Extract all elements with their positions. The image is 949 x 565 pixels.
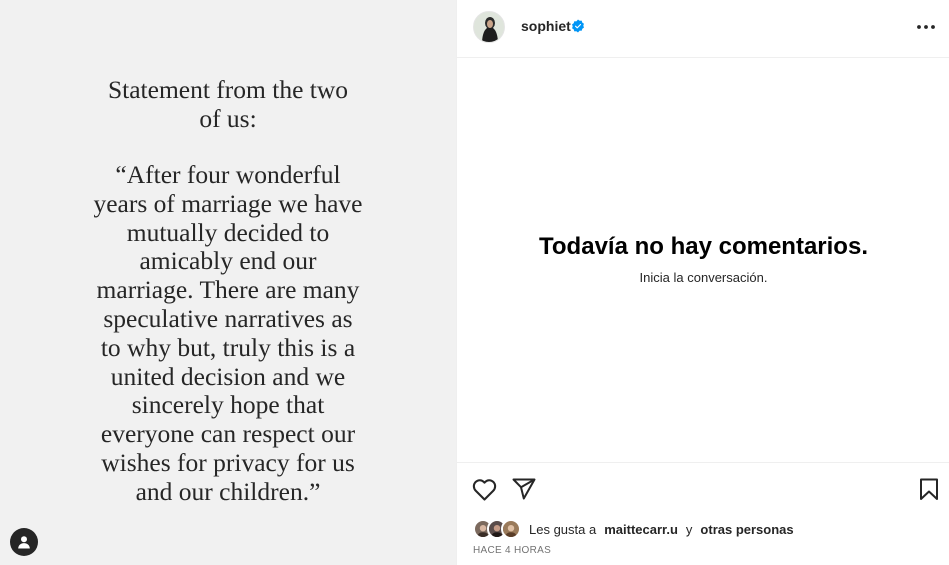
post-media[interactable]: Statement from the two of us: “After fou…	[0, 0, 456, 565]
share-button[interactable]	[511, 476, 537, 502]
statement-quote-line: marriage. There are many	[96, 275, 360, 305]
statement-heading-line: of us:	[199, 103, 257, 133]
statement-quote-line: to why but, truly this is a	[100, 332, 356, 362]
post-viewer: Statement from the two of us: “After fou…	[0, 0, 949, 565]
post-header: sophiet	[457, 0, 949, 58]
avatar-image	[474, 12, 504, 42]
statement-quote-line: wishes for privacy for us	[101, 447, 355, 477]
more-options-icon	[917, 25, 935, 29]
more-options-button[interactable]	[914, 15, 938, 39]
no-comments-subtitle: Inicia la conversación.	[639, 270, 768, 285]
post-actions: Les gusta a maittecarr.u y otras persona…	[457, 462, 949, 565]
liker-username-link[interactable]: maittecarr.u	[604, 522, 678, 537]
no-comments-title: Todavía no hay comentarios.	[539, 233, 868, 260]
statement-quote-line: mutually decided to	[126, 217, 330, 247]
tagged-users-button[interactable]	[10, 528, 38, 556]
liker-avatars[interactable]	[473, 519, 521, 539]
statement-quote-line: speculative narratives as	[103, 303, 353, 333]
bookmark-icon	[920, 478, 938, 500]
likes-prefix: Les gusta a	[529, 521, 597, 537]
save-button[interactable]	[916, 476, 942, 502]
likes-connector: y	[685, 521, 693, 537]
statement-heading: Statement from the two of us:	[0, 75, 456, 134]
statement-quote: “After four wonderful years of marriage …	[0, 160, 456, 507]
statement-quote-line: amicably end our	[139, 246, 317, 276]
verified-badge-icon	[572, 19, 584, 33]
statement-quote-line: sincerely hope that	[131, 390, 325, 420]
statement-quote-line: “After four wonderful	[115, 160, 341, 189]
user-icon	[18, 536, 30, 549]
other-likers-link[interactable]: otras personas	[700, 522, 793, 537]
statement-heading-line: Statement from the two	[107, 75, 349, 104]
likes-summary: Les gusta a maittecarr.u y otras persona…	[473, 519, 794, 539]
username-link[interactable]: sophiet	[521, 18, 571, 34]
heart-icon	[472, 478, 496, 501]
post-timestamp[interactable]: HACE 4 HORAS	[473, 545, 551, 556]
statement-quote-line: everyone can respect our	[100, 419, 356, 449]
avatar[interactable]	[473, 11, 505, 43]
statement-quote-line: and our children.”	[135, 476, 321, 506]
send-icon	[512, 478, 536, 500]
liker-avatar	[501, 519, 521, 539]
statement-quote-line: years of marriage we have	[93, 188, 363, 218]
statement-quote-line: united decision and we	[110, 361, 346, 391]
post-side-panel: sophiet Todavía no hay comentarios. Inic…	[456, 0, 949, 565]
like-button[interactable]	[471, 476, 497, 502]
